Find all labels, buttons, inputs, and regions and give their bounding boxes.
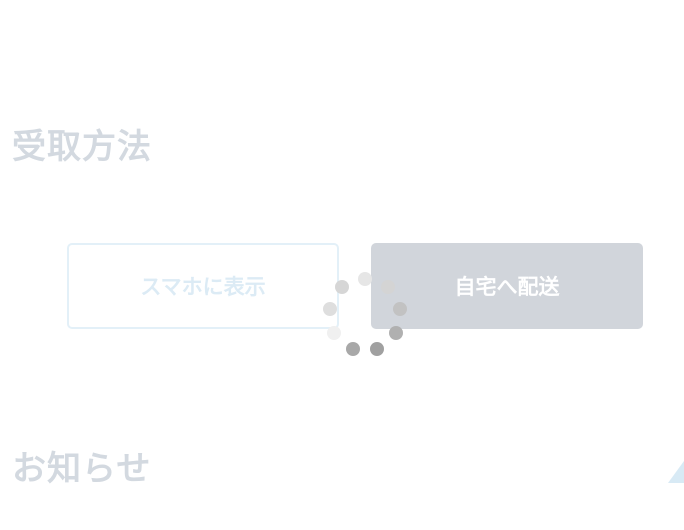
spinner-dot [322,301,337,316]
spinner-dot [381,280,396,295]
spinner-dot [358,272,372,286]
spinner-dot [345,341,360,356]
spinner-dot [370,341,385,356]
spinner-dot [326,326,341,340]
page: 受取方法 スマホに表示 自宅へ配送 お知らせ [0,0,684,530]
loading-spinner-icon [320,270,410,360]
corner-triangle-icon [668,461,684,483]
spinner-dot [389,326,404,340]
spinner-dot [334,280,349,295]
notice-heading: お知らせ [12,449,152,489]
show-on-phone-label: スマホに表示 [140,275,266,299]
spinner-dot [393,301,408,316]
receive-method-heading: 受取方法 [12,127,152,167]
show-on-phone-button[interactable]: スマホに表示 [67,243,339,329]
home-delivery-button[interactable]: 自宅へ配送 [371,243,643,329]
home-delivery-label: 自宅へ配送 [454,275,560,299]
